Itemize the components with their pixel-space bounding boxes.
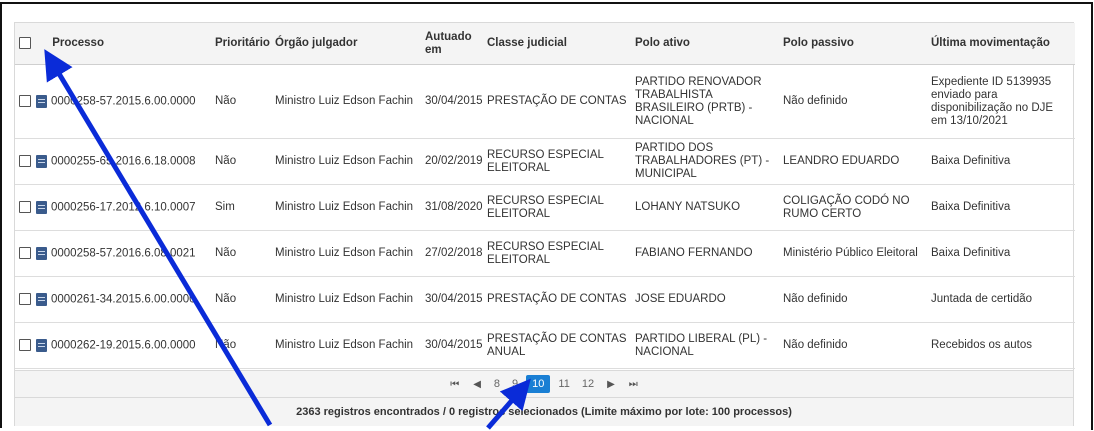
page-9-button[interactable]: 9	[506, 378, 524, 390]
process-number-link[interactable]: 0000258-57.2016.6.08.0021	[51, 247, 196, 259]
records-status-text: 2363 registros encontrados / 0 registros…	[296, 406, 792, 418]
cell-processo: 0000258-57.2016.6.08.0021	[15, 230, 211, 277]
cell-autuado: 31/08/2020	[421, 184, 483, 231]
pagination-bar: ⏮ ◀ 8 9 10 11 12 ▶ ⏭	[15, 370, 1073, 398]
cell-ultima: Expediente ID 5139935 enviado para dispo…	[927, 64, 1075, 139]
cell-processo: 0000262-19.2015.6.00.0000	[15, 322, 211, 369]
records-status-bar: 2363 registros encontrados / 0 registros…	[15, 398, 1073, 426]
header-polo-passivo[interactable]: Polo passivo	[779, 23, 927, 65]
cell-processo: 0000256-17.2012.6.10.0007	[15, 184, 211, 231]
table-row: 0000258-57.2015.6.00.0000 Não Ministro L…	[15, 64, 1075, 139]
document-icon[interactable]	[36, 154, 47, 168]
row-checkbox[interactable]	[19, 339, 31, 352]
cell-prioritario: Não	[211, 276, 271, 323]
cell-polo-passivo: Ministério Público Eleitoral	[779, 230, 927, 277]
cell-prioritario: Não	[211, 230, 271, 277]
header-polo-ativo[interactable]: Polo ativo	[631, 23, 779, 65]
cell-polo-passivo: Não definido	[779, 322, 927, 369]
header-orgao-julgador[interactable]: Órgão julgador	[271, 23, 421, 65]
table-row: 0000261-34.2015.6.00.0000 Não Ministro L…	[15, 276, 1075, 323]
header-processo-label: Processo	[52, 37, 104, 50]
process-number-link[interactable]: 0000262-19.2015.6.00.0000	[51, 339, 196, 351]
cell-ultima: Baixa Definitiva	[927, 184, 1075, 231]
row-checkbox[interactable]	[19, 293, 31, 306]
table-row: 0000262-19.2015.6.00.0000 Não Ministro L…	[15, 322, 1075, 369]
cell-classe: PRESTAÇÃO DE CONTAS	[483, 64, 631, 139]
cell-classe: PRESTAÇÃO DE CONTAS	[483, 276, 631, 323]
cell-polo-ativo: LOHANY NATSUKO	[631, 184, 779, 231]
cell-polo-passivo: LEANDRO EDUARDO	[779, 138, 927, 185]
cell-autuado: 20/02/2019	[421, 138, 483, 185]
page-12-button[interactable]: 12	[576, 378, 600, 390]
cell-classe: RECURSO ESPECIAL ELEITORAL	[483, 230, 631, 277]
table-row: 0000255-65.2016.6.18.0008 Não Ministro L…	[15, 138, 1075, 185]
row-checkbox[interactable]	[19, 201, 31, 214]
table-row: 0000256-17.2012.6.10.0007 Sim Ministro L…	[15, 184, 1075, 231]
cell-orgao: Ministro Luiz Edson Fachin	[271, 276, 421, 323]
document-icon[interactable]	[36, 292, 47, 306]
next-page-icon[interactable]: ▶	[600, 379, 622, 390]
document-icon[interactable]	[36, 200, 47, 214]
row-checkbox[interactable]	[19, 95, 31, 108]
document-icon[interactable]	[36, 338, 47, 352]
header-prioritario[interactable]: Prioritário	[211, 23, 271, 65]
cell-processo: 0000255-65.2016.6.18.0008	[15, 138, 211, 185]
header-processo[interactable]: Processo	[15, 23, 211, 65]
row-checkbox[interactable]	[19, 155, 31, 168]
table-row: 0000258-57.2016.6.08.0021 Não Ministro L…	[15, 230, 1075, 277]
page-11-button[interactable]: 11	[552, 378, 575, 390]
cell-polo-ativo: FABIANO FERNANDO	[631, 230, 779, 277]
cell-orgao: Ministro Luiz Edson Fachin	[271, 184, 421, 231]
process-number-link[interactable]: 0000255-65.2016.6.18.0008	[51, 155, 196, 167]
row-checkbox[interactable]	[19, 247, 31, 260]
cell-autuado: 30/04/2015	[421, 322, 483, 369]
cell-orgao: Ministro Luiz Edson Fachin	[271, 230, 421, 277]
cell-polo-passivo: Não definido	[779, 64, 927, 139]
document-icon[interactable]	[36, 94, 47, 108]
current-page-button[interactable]: 10	[526, 375, 551, 393]
header-classe-judicial[interactable]: Classe judicial	[483, 23, 631, 65]
header-autuado-em[interactable]: Autuado em	[421, 23, 483, 65]
process-number-link[interactable]: 0000258-57.2015.6.00.0000	[51, 95, 196, 107]
cell-autuado: 30/04/2015	[421, 64, 483, 139]
cell-polo-ativo: PARTIDO LIBERAL (PL) - NACIONAL	[631, 322, 779, 369]
cell-classe: RECURSO ESPECIAL ELEITORAL	[483, 184, 631, 231]
cell-prioritario: Sim	[211, 184, 271, 231]
cell-polo-ativo: PARTIDO RENOVADOR TRABALHISTA BRASILEIRO…	[631, 64, 779, 139]
document-icon[interactable]	[36, 246, 47, 260]
process-table: Processo Prioritário Órgão julgador Autu…	[15, 23, 1075, 369]
cell-polo-ativo: PARTIDO DOS TRABALHADORES (PT) - MUNICIP…	[631, 138, 779, 185]
window-frame-right-edge	[1091, 2, 1093, 430]
cell-polo-passivo: Não definido	[779, 276, 927, 323]
select-all-checkbox[interactable]	[19, 36, 31, 49]
previous-page-icon[interactable]: ◀	[466, 379, 488, 390]
page-8-button[interactable]: 8	[488, 378, 506, 390]
header-ultima-movimentacao[interactable]: Última movimentação	[927, 23, 1075, 65]
cell-classe: PRESTAÇÃO DE CONTAS ANUAL	[483, 322, 631, 369]
cell-polo-ativo: JOSE EDUARDO	[631, 276, 779, 323]
cell-polo-passivo: COLIGAÇÃO CODÓ NO RUMO CERTO	[779, 184, 927, 231]
cell-processo: 0000258-57.2015.6.00.0000	[15, 64, 211, 139]
table-body: 0000258-57.2015.6.00.0000 Não Ministro L…	[15, 64, 1075, 369]
last-page-icon[interactable]: ⏭	[622, 379, 645, 390]
cell-orgao: Ministro Luiz Edson Fachin	[271, 322, 421, 369]
cell-classe: RECURSO ESPECIAL ELEITORAL	[483, 138, 631, 185]
cell-ultima: Juntada de certidão	[927, 276, 1075, 323]
cell-prioritario: Não	[211, 322, 271, 369]
first-page-icon[interactable]: ⏮	[443, 379, 466, 390]
process-table-panel: Processo Prioritário Órgão julgador Autu…	[14, 22, 1075, 426]
cell-orgao: Ministro Luiz Edson Fachin	[271, 138, 421, 185]
cell-processo: 0000261-34.2015.6.00.0000	[15, 276, 211, 323]
cell-autuado: 30/04/2015	[421, 276, 483, 323]
process-number-link[interactable]: 0000261-34.2015.6.00.0000	[51, 293, 196, 305]
cell-prioritario: Não	[211, 64, 271, 139]
process-number-link[interactable]: 0000256-17.2012.6.10.0007	[51, 201, 196, 213]
cell-autuado: 27/02/2018	[421, 230, 483, 277]
cell-ultima: Recebidos os autos	[927, 322, 1075, 369]
cell-ultima: Baixa Definitiva	[927, 230, 1075, 277]
table-header-row: Processo Prioritário Órgão julgador Autu…	[15, 23, 1075, 65]
cell-prioritario: Não	[211, 138, 271, 185]
cell-ultima: Baixa Definitiva	[927, 138, 1075, 185]
cell-orgao: Ministro Luiz Edson Fachin	[271, 64, 421, 139]
